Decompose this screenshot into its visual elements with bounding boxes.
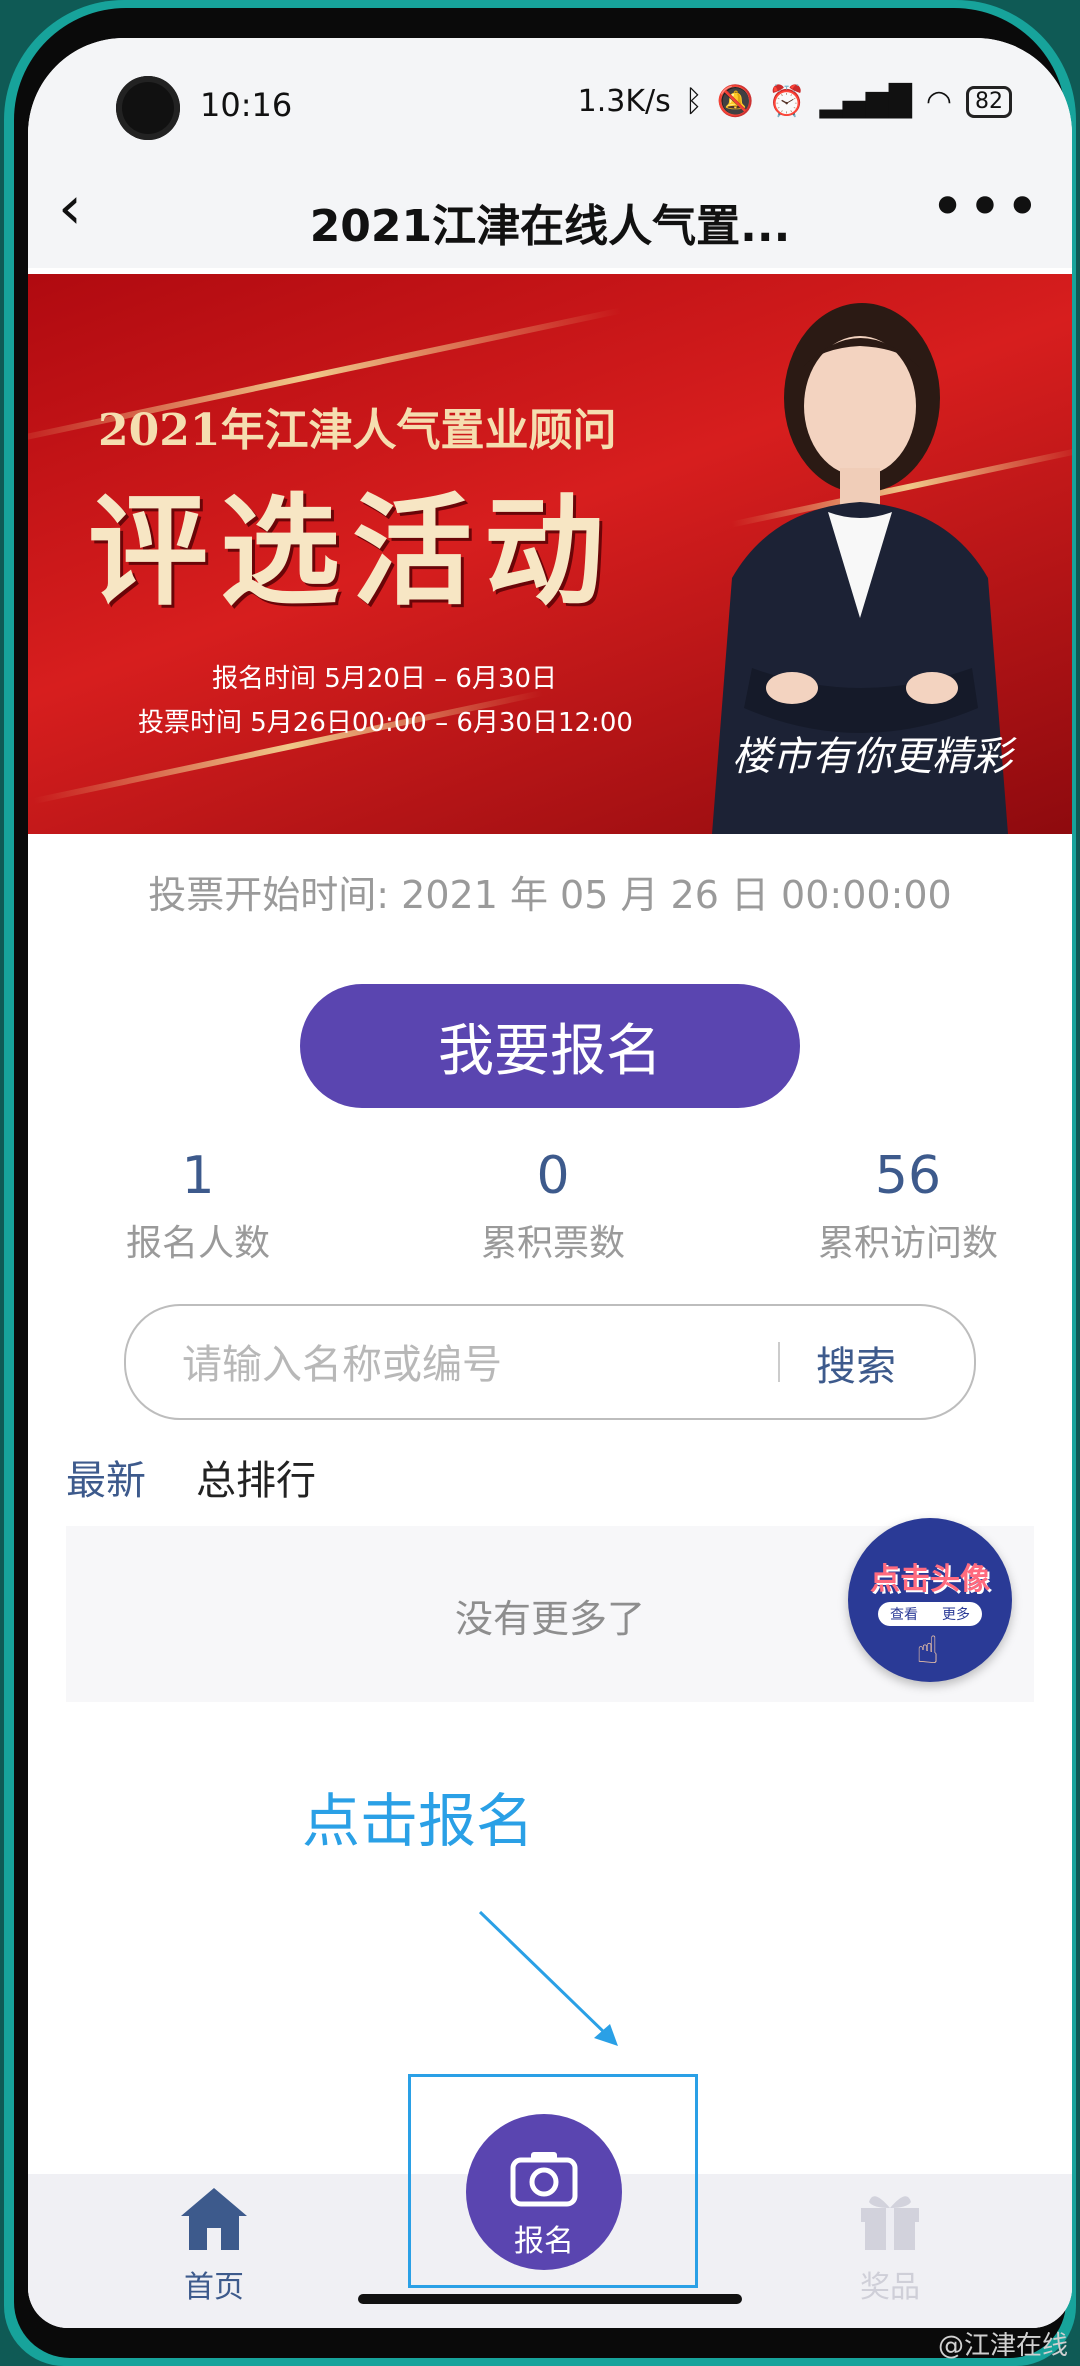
banner-vote-time: 投票时间 5月26日00:00 – 6月30日12:00 bbox=[138, 708, 633, 738]
signup-button[interactable]: 我要报名 bbox=[300, 984, 800, 1108]
banner-signup-time: 报名时间 5月20日 – 6月30日 bbox=[212, 664, 558, 694]
search-button[interactable]: 搜索 bbox=[816, 1334, 896, 1392]
stat-label: 报名人数 bbox=[125, 1223, 270, 1264]
float-button-title: 点击头像 bbox=[870, 1562, 990, 1597]
annotation-label: 点击报名 bbox=[302, 1787, 535, 1855]
vote-start-time: 投票开始时间: 2021 年 05 月 26 日 00:00:00 bbox=[148, 873, 952, 917]
stats-row: 1 报名人数 0 累积票数 56 累积访问数 bbox=[88, 1146, 1018, 1266]
phone-bezel: 10:16 1.3K/s ᛒ 🔕 ⏰ ▂▄▆█ ◠ 82 ‹ 2021江津在线人… bbox=[14, 8, 1072, 2358]
tab-latest[interactable]: 最新 bbox=[66, 1448, 146, 1506]
stat-registrants: 1 报名人数 bbox=[88, 1146, 308, 1266]
stat-label: 累积票数 bbox=[480, 1223, 625, 1264]
banner-title: 评选活动 bbox=[88, 481, 616, 622]
tab-ranking[interactable]: 总排行 bbox=[196, 1448, 316, 1506]
net-speed: 1.3K/s bbox=[577, 84, 671, 119]
battery-icon: 82 bbox=[966, 85, 1012, 118]
nav-bar: ‹ 2021江津在线人气置... ••• bbox=[28, 158, 1072, 268]
signal-icon: ▂▄▆█ bbox=[819, 84, 912, 119]
tab-prize[interactable]: 奖品 bbox=[810, 2186, 970, 2306]
stat-value: 56 bbox=[874, 1146, 942, 1206]
stat-value: 0 bbox=[536, 1146, 570, 1206]
banner-slogan: 楼市有你更精彩 bbox=[732, 734, 1012, 780]
watermark: @江津在线 bbox=[937, 2331, 1068, 2361]
stat-votes: 0 累积票数 bbox=[443, 1146, 663, 1266]
event-banner: 2021年江津人气置业顾问 评选活动 报名时间 5月20日 – 6月30日 投票… bbox=[28, 274, 1072, 834]
wifi-icon: ◠ bbox=[925, 84, 952, 119]
search-input[interactable]: 请输入名称或编号 bbox=[182, 1332, 502, 1390]
alarm-icon: ⏰ bbox=[768, 84, 806, 119]
stat-value: 1 bbox=[181, 1146, 215, 1206]
bluetooth-icon: ᛒ bbox=[684, 84, 703, 119]
gift-icon bbox=[861, 2196, 919, 2250]
annotation-highlight-box bbox=[408, 2074, 698, 2288]
mute-icon: 🔕 bbox=[716, 84, 755, 119]
click-avatar-float-button[interactable]: 点击头像 查看 更多 ☝ bbox=[848, 1518, 1012, 1682]
stat-label: 累积访问数 bbox=[817, 1223, 998, 1264]
search-bar: 请输入名称或编号 搜索 bbox=[124, 1304, 976, 1420]
page-title: 2021江津在线人气置... bbox=[309, 201, 791, 252]
pointing-hand-icon: ☝ bbox=[916, 1628, 940, 1672]
float-button-left: 查看 bbox=[890, 1607, 918, 1623]
phone-frame: 10:16 1.3K/s ᛒ 🔕 ⏰ ▂▄▆█ ◠ 82 ‹ 2021江津在线人… bbox=[4, 0, 1076, 2366]
home-indicator[interactable] bbox=[358, 2294, 742, 2304]
screen: 10:16 1.3K/s ᛒ 🔕 ⏰ ▂▄▆█ ◠ 82 ‹ 2021江津在线人… bbox=[28, 38, 1072, 2328]
stat-visits: 56 累积访问数 bbox=[798, 1146, 1018, 1266]
tab-home-label: 首页 bbox=[184, 2270, 244, 2305]
status-icons: 1.3K/s ᛒ 🔕 ⏰ ▂▄▆█ ◠ 82 bbox=[578, 84, 1012, 119]
tab-home[interactable]: 首页 bbox=[134, 2186, 294, 2306]
float-button-pill: 查看 更多 bbox=[878, 1602, 982, 1626]
status-time: 10:16 bbox=[200, 86, 293, 124]
float-button-right: 更多 bbox=[942, 1607, 970, 1623]
search-divider bbox=[778, 1342, 780, 1382]
status-bar: 10:16 1.3K/s ᛒ 🔕 ⏰ ▂▄▆█ ◠ 82 bbox=[28, 38, 1072, 178]
tab-prize-label: 奖品 bbox=[860, 2270, 920, 2305]
more-icon[interactable]: ••• bbox=[930, 172, 1042, 242]
front-camera bbox=[116, 76, 180, 140]
banner-subtitle: 2021年江津人气置业顾问 bbox=[98, 405, 617, 456]
home-icon bbox=[181, 2188, 247, 2250]
